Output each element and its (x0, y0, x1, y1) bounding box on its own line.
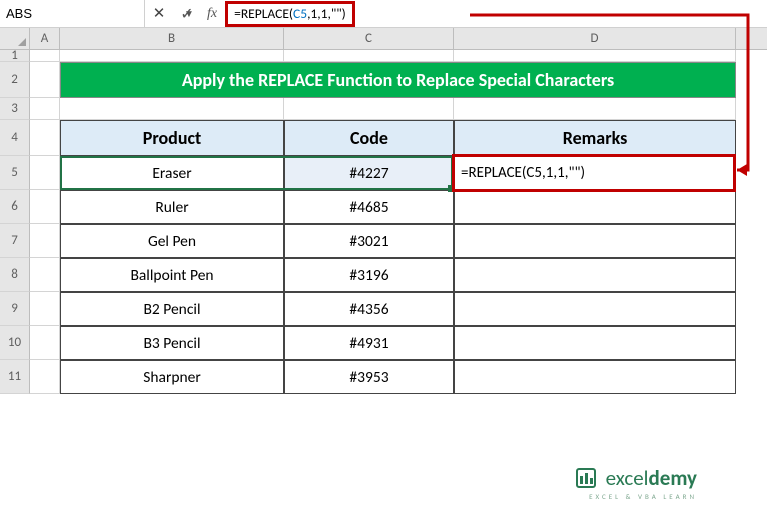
column-header-d[interactable]: D (454, 28, 736, 49)
cell-c1[interactable] (284, 50, 454, 62)
cell-d11[interactable] (454, 360, 736, 394)
exceldemy-logo: exceldemy (574, 465, 697, 491)
formula-bar-buttons: ✕ ✓ fx (145, 2, 223, 26)
name-box-container[interactable]: ▼ (0, 0, 145, 27)
cell-b8[interactable]: Ballpoint Pen (60, 258, 284, 292)
logo-text: exceldemy (606, 465, 697, 491)
formula-fn: REPLACE (241, 5, 289, 22)
cell-d8[interactable] (454, 258, 736, 292)
formula-bar-highlight: =REPLACE(C5,1,1,"") (225, 1, 355, 27)
cell-a6[interactable] (30, 190, 60, 224)
row-header-3[interactable]: 3 (0, 98, 30, 120)
cell-d6[interactable] (454, 190, 736, 224)
select-all-corner[interactable] (0, 28, 30, 49)
cell-c10[interactable]: #4931 (284, 326, 454, 360)
row-header-11[interactable]: 11 (0, 360, 30, 394)
row-header-7[interactable]: 7 (0, 224, 30, 258)
row-header-4[interactable]: 4 (0, 120, 30, 156)
cell-c9[interactable]: #4356 (284, 292, 454, 326)
formula-bar-row: ▼ ✕ ✓ fx =REPLACE(C5,1,1,"") (0, 0, 767, 28)
cell-c11[interactable]: #3953 (284, 360, 454, 394)
header-product[interactable]: Product (60, 120, 284, 156)
formula-rest: ,1,1,"") (307, 5, 346, 22)
column-header-b[interactable]: B (60, 28, 284, 49)
enter-icon[interactable]: ✓ (173, 2, 201, 26)
row-header-2[interactable]: 2 (0, 62, 30, 98)
cell-d3[interactable] (454, 98, 736, 120)
logo-icon (574, 466, 598, 490)
worksheet-grid: 1 2 Apply the REPLACE Function to Replac… (0, 50, 767, 394)
cell-c5[interactable]: #4227 (284, 156, 454, 190)
cell-a3[interactable] (30, 98, 60, 120)
cell-a8[interactable] (30, 258, 60, 292)
cell-a11[interactable] (30, 360, 60, 394)
cell-d1[interactable] (454, 50, 736, 62)
cell-d10[interactable] (454, 326, 736, 360)
cell-a2[interactable] (30, 62, 60, 98)
cell-a10[interactable] (30, 326, 60, 360)
cell-b11[interactable]: Sharpner (60, 360, 284, 394)
header-code[interactable]: Code (284, 120, 454, 156)
cell-d5[interactable]: =REPLACE(C5,1,1,"") (454, 156, 736, 190)
header-remarks[interactable]: Remarks (454, 120, 736, 156)
row-header-9[interactable]: 9 (0, 292, 30, 326)
formula-equals: = (234, 5, 241, 22)
cell-c6[interactable]: #4685 (284, 190, 454, 224)
cell-c7[interactable]: #3021 (284, 224, 454, 258)
row-header-1[interactable]: 1 (0, 50, 30, 62)
cell-b10[interactable]: B3 Pencil (60, 326, 284, 360)
cell-b9[interactable]: B2 Pencil (60, 292, 284, 326)
cell-b6[interactable]: Ruler (60, 190, 284, 224)
column-header-row: A B C D (0, 28, 767, 50)
cell-a4[interactable] (30, 120, 60, 156)
cell-b7[interactable]: Gel Pen (60, 224, 284, 258)
cell-a7[interactable] (30, 224, 60, 258)
row-header-10[interactable]: 10 (0, 326, 30, 360)
row-header-5[interactable]: 5 (0, 156, 30, 190)
cell-a1[interactable] (30, 50, 60, 62)
cell-b1[interactable] (60, 50, 284, 62)
row-header-8[interactable]: 8 (0, 258, 30, 292)
cell-b3[interactable] (60, 98, 284, 120)
title-banner[interactable]: Apply the REPLACE Function to Replace Sp… (60, 62, 736, 98)
formula-bar-input[interactable]: =REPLACE(C5,1,1,"") (223, 2, 767, 26)
cell-c8[interactable]: #3196 (284, 258, 454, 292)
logo-subtitle: EXCEL & VBA LEARN (589, 492, 697, 501)
cell-a9[interactable] (30, 292, 60, 326)
cell-c3[interactable] (284, 98, 454, 120)
cell-b5[interactable]: Eraser (60, 156, 284, 190)
cell-d9[interactable] (454, 292, 736, 326)
column-header-a[interactable]: A (30, 28, 60, 49)
row-header-6[interactable]: 6 (0, 190, 30, 224)
fx-icon[interactable]: fx (201, 6, 223, 22)
cancel-icon[interactable]: ✕ (145, 2, 173, 26)
cell-d7[interactable] (454, 224, 736, 258)
formula-ref: C5 (293, 5, 307, 22)
column-header-c[interactable]: C (284, 28, 454, 49)
cell-a5[interactable] (30, 156, 60, 190)
